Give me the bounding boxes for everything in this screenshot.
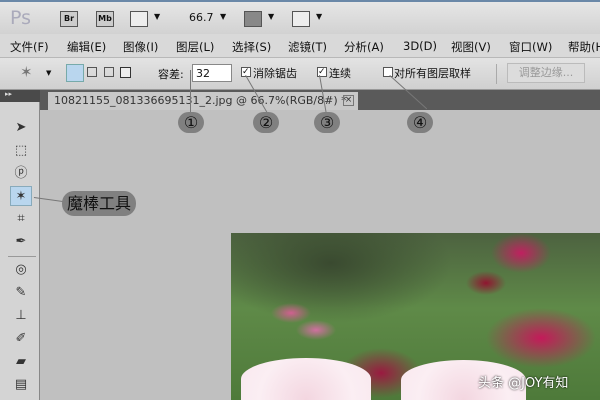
chevron-down-icon[interactable]: ▼ <box>220 12 226 21</box>
ps-logo: Ps <box>10 7 32 29</box>
bridge-button[interactable]: Br <box>60 11 78 27</box>
chevron-down-icon[interactable]: ▼ <box>154 12 160 21</box>
menu-select[interactable]: 选择(S) <box>232 39 271 55</box>
screen-mode-icon[interactable] <box>292 11 310 27</box>
tolerance-label: 容差: <box>158 68 184 81</box>
new-selection-button[interactable] <box>66 64 84 82</box>
chevron-down-icon[interactable]: ▼ <box>316 12 322 21</box>
arrange-documents-icon[interactable] <box>244 11 262 27</box>
clone-stamp-tool-icon[interactable]: ⊥ <box>10 306 32 326</box>
subtract-selection-button[interactable] <box>104 67 114 77</box>
menu-analysis[interactable]: 分析(A) <box>344 39 384 55</box>
history-brush-tool-icon[interactable]: ✐ <box>10 329 32 349</box>
menu-filter[interactable]: 滤镜(T) <box>288 39 327 55</box>
watermark: 头条 @JOY有知 <box>478 376 569 391</box>
callout-4: ④ <box>407 112 433 133</box>
document-title: 10821155_081336695131_2.jpg @ 66.7%(RGB/… <box>54 94 347 107</box>
menu-edit[interactable]: 编辑(E) <box>67 39 106 55</box>
menu-bar: 文件(F) 编辑(E) 图像(I) 图层(L) 选择(S) 滤镜(T) 分析(A… <box>0 34 600 58</box>
contiguous-label: 连续 <box>329 67 351 80</box>
zoom-level[interactable]: 66.7 <box>189 11 214 24</box>
divider <box>8 256 36 257</box>
marquee-tool-icon[interactable]: ⬚ <box>10 141 32 161</box>
callout-line <box>190 70 191 112</box>
antialias-label: 消除锯齿 <box>253 67 297 80</box>
magic-wand-tool-icon[interactable]: ✶ <box>10 186 32 206</box>
close-tab-icon[interactable]: × <box>343 95 354 106</box>
lasso-tool-icon[interactable]: ⓟ <box>10 164 32 184</box>
sample-all-layers-label: 对所有图层取样 <box>394 67 471 80</box>
magic-wand-preset-icon[interactable]: ✶ <box>20 63 33 81</box>
eraser-tool-icon[interactable]: ▰ <box>10 352 32 372</box>
chevron-down-icon[interactable]: ▼ <box>46 69 51 77</box>
eyedropper-tool-icon[interactable]: ✒ <box>10 232 32 252</box>
callout-2: ② <box>253 112 279 133</box>
crop-tool-icon[interactable]: ⌗ <box>10 209 32 229</box>
magic-wand-callout: 魔棒工具 <box>62 191 136 216</box>
menu-window[interactable]: 窗口(W) <box>509 39 552 55</box>
menu-view[interactable]: 视图(V) <box>451 39 491 55</box>
application-bar: Ps Br Mb ▼ 66.7 ▼ ▼ ▼ <box>0 0 600 34</box>
document-tab[interactable]: 10821155_081336695131_2.jpg @ 66.7%(RGB/… <box>48 92 358 110</box>
brush-tool-icon[interactable]: ✎ <box>10 283 32 303</box>
healing-brush-tool-icon[interactable]: ◎ <box>10 260 32 280</box>
menu-3d[interactable]: 3D(D) <box>403 39 437 53</box>
view-extras-icon[interactable] <box>130 11 148 27</box>
peony-flower <box>241 358 371 400</box>
panel-collapse-icon[interactable]: ▸▸ <box>0 90 40 102</box>
menu-file[interactable]: 文件(F) <box>10 39 49 55</box>
menu-layer[interactable]: 图层(L) <box>176 39 214 55</box>
options-bar: ✶ ▼ 容差: 32 ✓ 消除锯齿 ✓ 连续 对所有图层取样 调整边缘... <box>0 58 600 90</box>
gradient-tool-icon[interactable]: ▤ <box>10 375 32 395</box>
divider <box>496 64 497 84</box>
chevron-down-icon[interactable]: ▼ <box>268 12 274 21</box>
move-tool-icon[interactable]: ➤ <box>10 118 32 138</box>
menu-image[interactable]: 图像(I) <box>123 39 158 55</box>
tools-panel: ➤ ⬚ ⓟ ✶ ⌗ ✒ ◎ ✎ ⊥ ✐ ▰ ▤ <box>0 90 40 400</box>
tolerance-input[interactable]: 32 <box>192 64 232 82</box>
add-selection-button[interactable] <box>87 67 97 77</box>
mini-bridge-button[interactable]: Mb <box>96 11 114 27</box>
intersect-selection-button[interactable] <box>120 67 131 78</box>
refine-edge-button[interactable]: 调整边缘... <box>507 63 585 83</box>
menu-help[interactable]: 帮助(H) <box>568 39 600 55</box>
callout-1: ① <box>178 112 204 133</box>
callout-3: ③ <box>314 112 340 133</box>
